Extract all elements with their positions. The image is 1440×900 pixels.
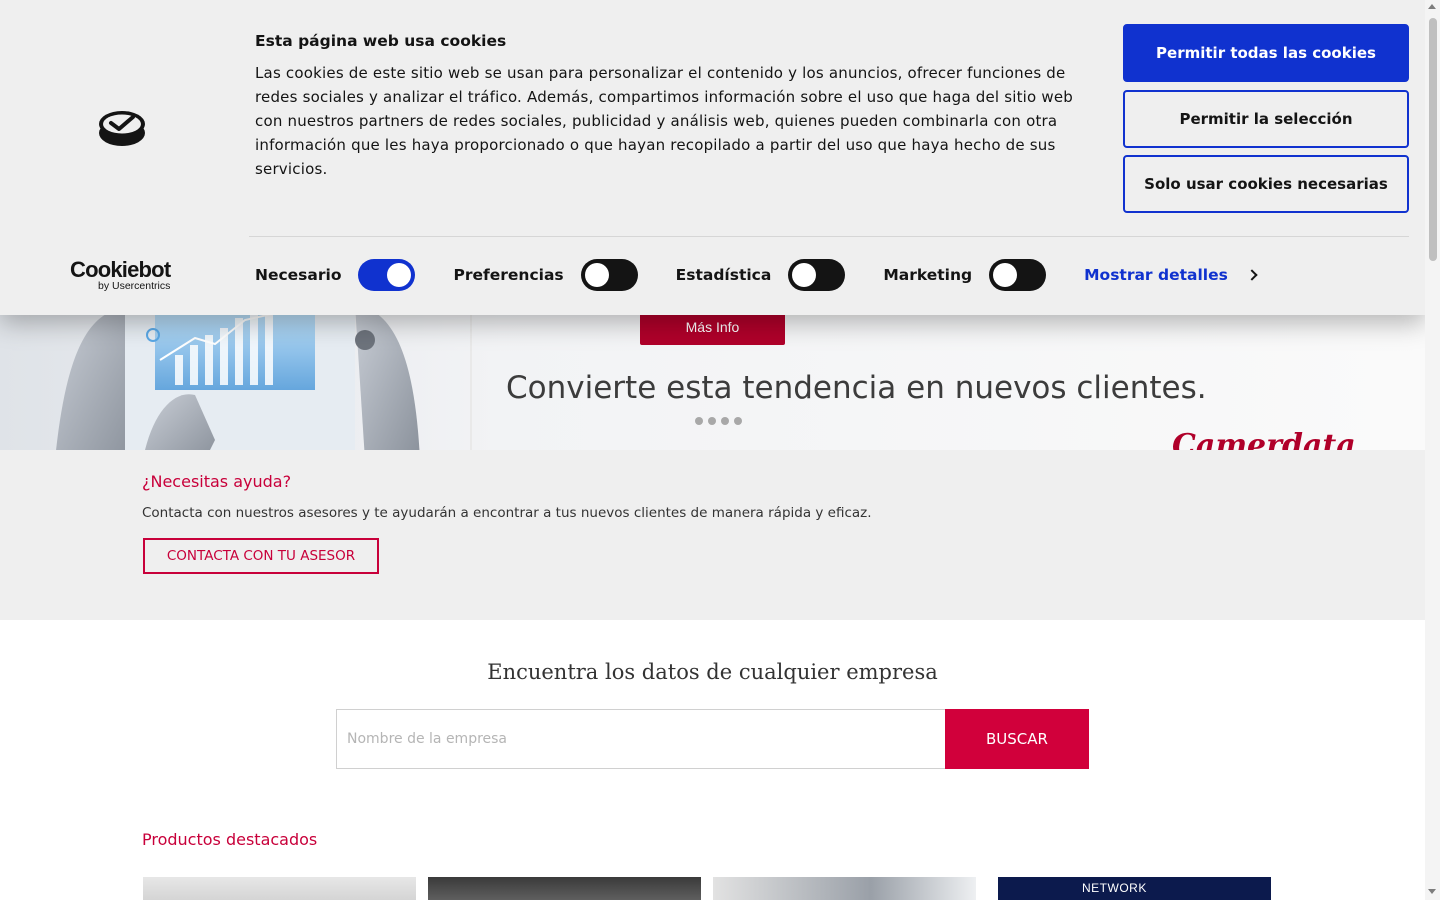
- scrollbar-thumb[interactable]: [1429, 18, 1437, 261]
- cookie-category-toggles: Necesario Preferencias Estadística Marke…: [255, 258, 1258, 291]
- allow-selection-button[interactable]: Permitir la selección: [1123, 90, 1409, 148]
- cookiebot-brand: Cookiebot by Usercentrics: [70, 259, 180, 292]
- slider-dot-2[interactable]: [708, 417, 716, 425]
- page-scrollbar[interactable]: [1425, 0, 1440, 900]
- scroll-down-arrow-icon[interactable]: [1428, 889, 1436, 894]
- toggle-label-marketing: Marketing: [883, 265, 973, 284]
- slider-dots: [695, 417, 742, 425]
- product-thumbnail-2[interactable]: [428, 877, 701, 900]
- toggle-knob: [387, 262, 412, 287]
- toggle-knob: [792, 262, 817, 287]
- toggle-label-preferences: Preferencias: [453, 265, 564, 284]
- chevron-right-icon: [1246, 268, 1258, 281]
- show-details-link[interactable]: Mostrar detalles: [1084, 265, 1258, 284]
- cookie-banner-text: Las cookies de este sitio web se usan pa…: [255, 64, 1074, 178]
- product-thumbnail-4[interactable]: NETWORK: [998, 877, 1271, 900]
- featured-products-title: Productos destacados: [142, 830, 318, 849]
- help-title: ¿Necesitas ayuda?: [142, 472, 292, 491]
- help-section: ¿Necesitas ayuda? Contacta con nuestros …: [0, 450, 1425, 620]
- allow-all-cookies-button[interactable]: Permitir todas las cookies: [1123, 24, 1409, 82]
- cookiebot-brand-sub: by Usercentrics: [98, 280, 171, 292]
- cookie-consent-banner: Esta página web usa cookies Las cookies …: [0, 0, 1425, 315]
- cookie-banner-title: Esta página web usa cookies: [255, 32, 507, 50]
- help-text: Contacta con nuestros asesores y te ayud…: [142, 505, 872, 521]
- cookiebot-logo-icon: [99, 111, 145, 146]
- slider-dot-3[interactable]: [721, 417, 729, 425]
- product-thumbnail-3[interactable]: [713, 877, 976, 900]
- cookie-banner-divider: [249, 236, 1409, 237]
- search-button[interactable]: BUSCAR: [945, 709, 1089, 769]
- statistics-toggle[interactable]: [788, 258, 846, 291]
- robot-illustration: [56, 300, 420, 450]
- toggle-label-statistics: Estadística: [675, 265, 772, 284]
- search-title: Encuentra los datos de cualquier empresa: [487, 660, 938, 684]
- contact-advisor-button[interactable]: CONTACTA CON TU ASESOR: [143, 538, 379, 574]
- show-details-label: Mostrar detalles: [1084, 265, 1228, 284]
- necessary-cookies-only-button[interactable]: Solo usar cookies necesarias: [1123, 155, 1409, 213]
- toggle-label-necessary: Necesario: [255, 265, 342, 284]
- brand-logo-peek: Camerdata: [1172, 428, 1356, 450]
- hero-divider: [470, 300, 472, 450]
- product-thumbnail-1[interactable]: [143, 877, 416, 900]
- scroll-up-arrow-icon[interactable]: [1428, 4, 1436, 9]
- toggle-knob: [584, 262, 609, 287]
- necessary-toggle[interactable]: [358, 258, 416, 291]
- preferences-toggle[interactable]: [580, 258, 638, 291]
- cookiebot-brand-name: Cookiebot: [70, 257, 171, 282]
- toggle-knob: [993, 262, 1018, 287]
- hero-headline: Convierte esta tendencia en nuevos clien…: [506, 370, 1207, 406]
- slider-dot-4[interactable]: [734, 417, 742, 425]
- product-thumbnail-4-text: NETWORK: [1082, 881, 1147, 895]
- slider-dot-1[interactable]: [695, 417, 703, 425]
- marketing-toggle[interactable]: [989, 258, 1047, 291]
- company-search-input[interactable]: [336, 709, 946, 769]
